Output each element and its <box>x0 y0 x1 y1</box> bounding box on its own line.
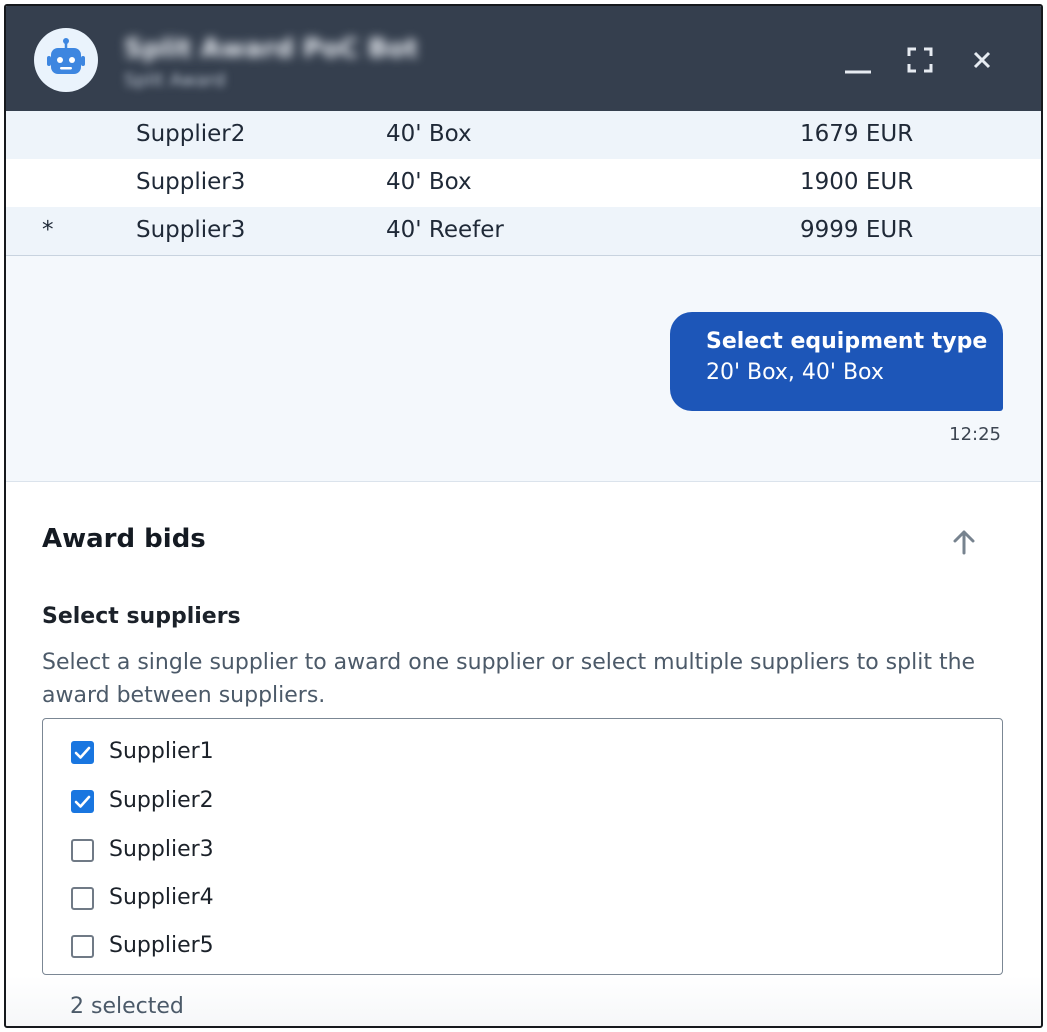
equipment-type-cell: 40' Reefer <box>386 217 504 243</box>
message-title: Select equipment type <box>706 329 988 354</box>
table-row: Supplier2 40' Box 1679 EUR <box>6 111 1041 159</box>
bot-avatar <box>34 28 98 92</box>
supplier-cell: Supplier3 <box>136 217 246 243</box>
equipment-type-cell: 40' Box <box>386 169 472 195</box>
price-cell: 9999 EUR <box>800 217 914 243</box>
price-cell: 1900 EUR <box>800 169 914 195</box>
supplier-cell: Supplier2 <box>136 121 246 147</box>
maximize-icon <box>907 47 933 73</box>
checkbox-unchecked[interactable] <box>71 887 94 910</box>
suppliers-help-text: Select a single supplier to award one su… <box>42 650 976 708</box>
checkbox-checked[interactable] <box>71 741 94 764</box>
table-row: Supplier3 40' Box 1900 EUR <box>6 159 1041 207</box>
maximize-button[interactable] <box>902 42 938 78</box>
collapse-button[interactable] <box>946 524 982 560</box>
table-row: * Supplier3 40' Reefer 9999 EUR <box>6 207 1041 256</box>
suppliers-checkbox-list: Supplier1 Supplier2 Supplier3 Supplier4 … <box>42 718 1003 975</box>
selected-count: 2 selected <box>70 994 184 1019</box>
supplier-option-label: Supplier5 <box>109 933 214 958</box>
supplier-option-label: Supplier1 <box>109 739 214 764</box>
chat-window: Split Award PoC Bot Split Award Supplier… <box>4 4 1043 1028</box>
minimize-icon <box>845 70 871 74</box>
checkbox-unchecked[interactable] <box>71 839 94 862</box>
close-icon <box>973 51 991 69</box>
checkbox-checked[interactable] <box>71 790 94 813</box>
bot-name: Split Award PoC Bot <box>124 34 418 64</box>
supplier-option-label: Supplier2 <box>109 788 214 813</box>
close-button[interactable] <box>964 42 1000 78</box>
chat-message-area: Select equipment type 20' Box, 40' Box 1… <box>6 256 1041 482</box>
checkmark-icon <box>74 746 91 759</box>
suppliers-field-label: Select suppliers <box>42 604 241 629</box>
bids-table: Supplier2 40' Box 1679 EUR Supplier3 40'… <box>6 111 1041 256</box>
minimize-button[interactable] <box>840 42 876 78</box>
message-value: 20' Box, 40' Box <box>706 360 884 385</box>
message-timestamp: 12:25 <box>949 424 1001 445</box>
checkbox-unchecked[interactable] <box>71 935 94 958</box>
supplier-cell: Supplier3 <box>136 169 246 195</box>
award-card-title: Award bids <box>42 524 206 554</box>
robot-icon <box>47 38 85 74</box>
arrow-up-icon <box>953 530 975 555</box>
price-cell: 1679 EUR <box>800 121 914 147</box>
supplier-option-label: Supplier4 <box>109 885 214 910</box>
chat-header: Split Award PoC Bot Split Award <box>6 6 1041 111</box>
bot-subtitle: Split Award <box>124 70 226 91</box>
checkmark-icon <box>74 795 91 808</box>
row-marker: * <box>42 217 54 243</box>
equipment-type-cell: 40' Box <box>386 121 472 147</box>
supplier-option-label: Supplier3 <box>109 837 214 862</box>
user-message-bubble: Select equipment type 20' Box, 40' Box <box>670 312 1003 411</box>
